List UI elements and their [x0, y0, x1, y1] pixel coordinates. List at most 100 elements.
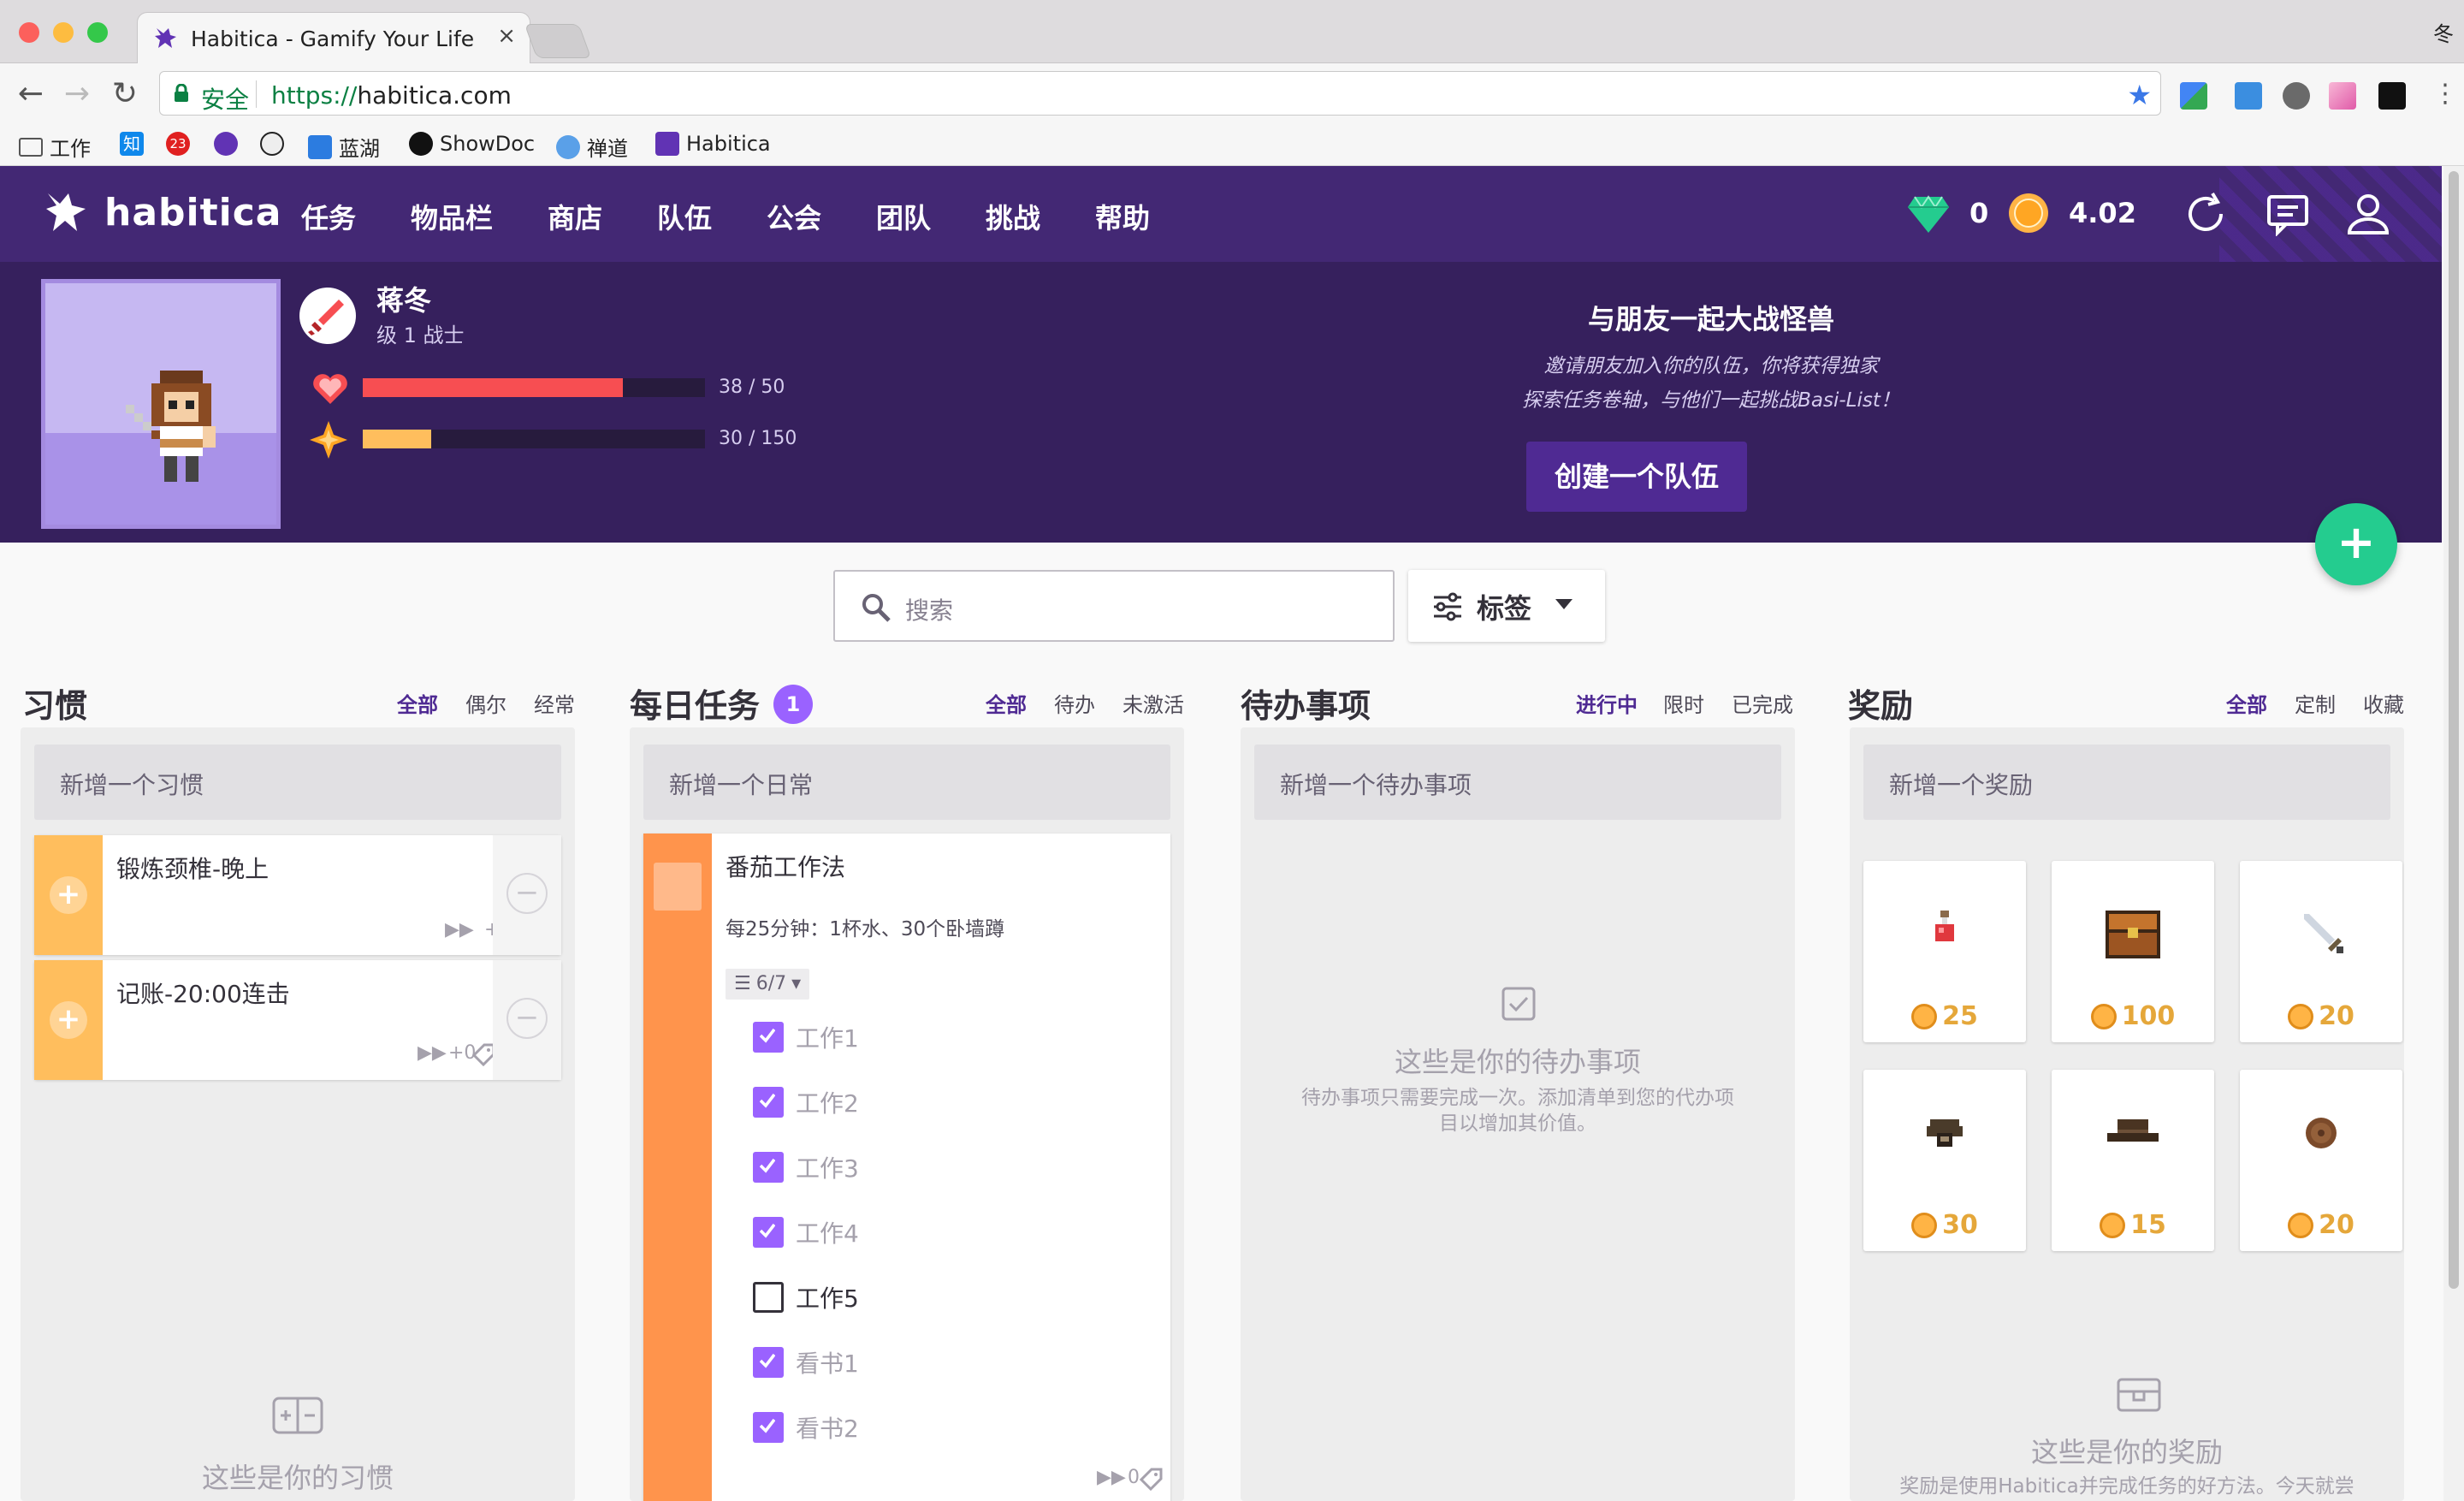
reward-price: 15: [2052, 1210, 2214, 1240]
reload-icon[interactable]: ↻: [106, 75, 144, 113]
bookmark-panda[interactable]: [260, 132, 284, 156]
nav-guilds[interactable]: 公会: [767, 197, 821, 236]
habit-title[interactable]: 锻炼颈椎-晚上: [116, 851, 269, 885]
checklist-checkbox[interactable]: [753, 1087, 784, 1118]
back-icon[interactable]: ←: [12, 75, 50, 113]
nav-inventory[interactable]: 物品栏: [411, 197, 493, 236]
filter-sliders-icon: [1434, 592, 1461, 621]
checklist-checkbox[interactable]: [753, 1347, 784, 1378]
lanhu-icon: [308, 134, 332, 159]
browser-tab[interactable]: Habitica - Gamify Your Life ×: [137, 12, 530, 63]
habitica-icon: [655, 132, 679, 156]
close-window-button[interactable]: [19, 22, 39, 43]
bookmark-habitica-ext[interactable]: [214, 132, 238, 156]
bookmark-zentao[interactable]: 禅道: [556, 132, 628, 162]
daily-title[interactable]: 番茄工作法: [726, 849, 845, 883]
add-habit-input[interactable]: 新增一个习惯: [34, 745, 561, 820]
habit-title[interactable]: 记账-20:00连击: [116, 976, 290, 1010]
gold-coin-icon: [2288, 1003, 2314, 1029]
checklist-checkbox[interactable]: [753, 1282, 784, 1313]
search-input[interactable]: 搜索: [833, 570, 1395, 642]
checklist-toggle[interactable]: ☰ 6/7 ▾: [726, 969, 810, 1000]
gold-coin-icon: [1911, 1003, 1938, 1029]
bookmark-lanhu[interactable]: 蓝湖: [308, 132, 380, 162]
minimize-window-button[interactable]: [53, 22, 74, 43]
forward-icon[interactable]: →: [58, 75, 96, 113]
extension-snip-icon[interactable]: [2235, 82, 2262, 110]
bookmark-work[interactable]: 工作: [19, 132, 91, 162]
user-icon[interactable]: [2346, 192, 2390, 236]
page-scrollbar[interactable]: [2443, 166, 2464, 1501]
todos-filter-done[interactable]: 已完成: [1732, 688, 1793, 730]
habits-column: 新增一个习惯 + 锻炼颈椎-晚上 ▶▶ +0 − + 记账-20:00连击 ▶▶…: [21, 727, 575, 1501]
nav-tasks[interactable]: 任务: [301, 197, 356, 236]
habits-filter-weak[interactable]: 偶尔: [465, 688, 506, 730]
reward-item[interactable]: 20: [2240, 861, 2402, 1042]
bookmark-zhihu[interactable]: 知: [120, 132, 144, 156]
habit-minus-button[interactable]: −: [506, 873, 548, 914]
reward-item[interactable]: 100: [2052, 861, 2214, 1042]
tags-label: 标签: [1477, 592, 1532, 625]
reward-item[interactable]: 25: [1863, 861, 2026, 1042]
bookmark-habitica[interactable]: Habitica: [655, 132, 771, 156]
daily-item[interactable]: 番茄工作法 每25分钟：1杯水、30个卧墙蹲 ☰ 6/7 ▾ 工作1 工作2 工作3…: [643, 834, 1170, 1501]
add-todo-input[interactable]: 新增一个待办事项: [1254, 745, 1781, 820]
address-bar[interactable]: 安全 https://habitica.com ★: [159, 71, 2161, 116]
bookmark-23[interactable]: 23: [166, 132, 190, 156]
habit-item[interactable]: + 记账-20:00连击 ▶▶ +0 −: [34, 960, 561, 1080]
extension-vd-icon[interactable]: [2378, 82, 2406, 110]
checklist-checkbox[interactable]: [753, 1412, 784, 1443]
browser-profile-label[interactable]: 冬: [2433, 17, 2454, 47]
habits-filter-strong[interactable]: 经常: [534, 688, 575, 730]
sync-icon[interactable]: [2183, 192, 2228, 236]
habit-minus-button[interactable]: −: [506, 998, 548, 1039]
habit-item[interactable]: + 锻炼颈椎-晚上 ▶▶ +0 −: [34, 835, 561, 955]
rewards-filter-custom[interactable]: 定制: [2295, 688, 2336, 730]
new-tab-button[interactable]: [524, 24, 592, 58]
bookmark-star-icon[interactable]: ★: [2127, 79, 2152, 111]
tab-close-icon[interactable]: ×: [497, 23, 516, 49]
browser-menu-icon[interactable]: ⋮: [2426, 75, 2464, 113]
nav-challenges[interactable]: 挑战: [986, 197, 1040, 236]
party-desc-line-1: 邀请朋友加入你的队伍，你将获得独家: [1543, 355, 1879, 377]
rewards-empty-title: 这些是你的奖励: [2030, 1436, 2223, 1468]
avatar[interactable]: [41, 279, 281, 529]
dailies-filter-due[interactable]: 待办: [1054, 688, 1095, 730]
reward-price-value: 25: [1942, 1001, 1978, 1031]
create-task-button[interactable]: +: [2315, 503, 2397, 585]
extension-evernote-icon[interactable]: [2283, 82, 2310, 110]
nav-party[interactable]: 队伍: [657, 197, 712, 236]
daily-checkbox[interactable]: [654, 863, 702, 911]
daily-streak-count: 0: [1128, 1467, 1140, 1488]
hero-name: 蒋冬: [376, 284, 432, 317]
reward-item[interactable]: 30: [1863, 1070, 2026, 1251]
todos-filter-dated[interactable]: 限时: [1663, 688, 1704, 730]
habit-plus-button[interactable]: +: [50, 1001, 87, 1039]
nav-shops[interactable]: 商店: [548, 197, 602, 236]
add-reward-input[interactable]: 新增一个奖励: [1863, 745, 2390, 820]
create-party-button[interactable]: 创建一个队伍: [1526, 442, 1747, 512]
checklist-checkbox[interactable]: [753, 1022, 784, 1053]
habit-streak-icon: ▶▶: [418, 1042, 447, 1064]
nav-help[interactable]: 帮助: [1095, 197, 1150, 236]
dailies-filter-inactive[interactable]: 未激活: [1122, 688, 1184, 730]
extension-color-icon[interactable]: [2329, 82, 2356, 110]
scrollbar-thumb[interactable]: [2449, 171, 2459, 1289]
reward-item[interactable]: 20: [2240, 1070, 2402, 1251]
bookmark-showdoc[interactable]: ShowDoc: [409, 132, 535, 156]
habitica-favicon-icon: [155, 28, 176, 48]
extension-translate-icon[interactable]: [2180, 82, 2207, 110]
habitica-logo[interactable]: habitica: [43, 188, 281, 236]
reward-item[interactable]: 15: [2052, 1070, 2214, 1251]
add-daily-input[interactable]: 新增一个日常: [643, 745, 1170, 820]
gold-coin-icon: [2090, 1003, 2117, 1029]
checklist-checkbox[interactable]: [753, 1152, 784, 1183]
checklist-checkbox[interactable]: [753, 1217, 784, 1248]
habit-plus-button[interactable]: +: [50, 876, 87, 914]
maximize-window-button[interactable]: [87, 22, 108, 43]
nav-groups[interactable]: 团队: [876, 197, 931, 236]
sword-icon: [2297, 907, 2345, 958]
rewards-filter-wishlist[interactable]: 收藏: [2363, 688, 2404, 730]
tags-filter-button[interactable]: 标签: [1408, 570, 1605, 642]
notifications-icon[interactable]: [2266, 192, 2310, 236]
